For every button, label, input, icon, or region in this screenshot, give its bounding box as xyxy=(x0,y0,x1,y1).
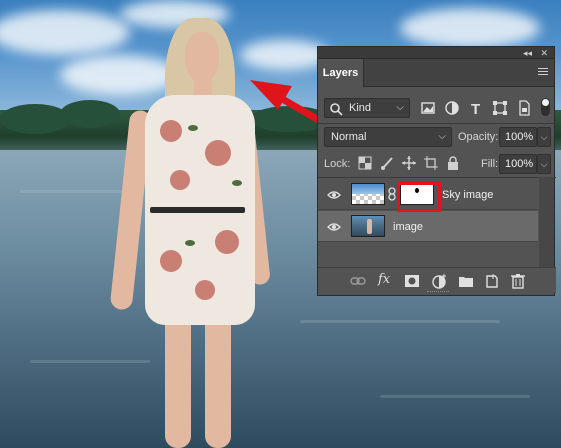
filter-smart-object-icon[interactable] xyxy=(516,100,532,116)
filter-pixel-layer-icon[interactable] xyxy=(420,100,436,116)
filter-shape-layer-icon[interactable] xyxy=(492,100,508,116)
dress-leaf xyxy=(232,180,242,186)
dress-flower xyxy=(160,250,182,272)
dress-flower xyxy=(160,120,182,142)
fill-label: Fill: xyxy=(481,158,499,170)
ripple xyxy=(300,320,500,323)
tree xyxy=(60,100,120,128)
layer-row-image[interactable]: image xyxy=(318,211,538,242)
face xyxy=(185,32,219,82)
opacity-input[interactable]: 100% xyxy=(499,127,537,147)
chevron-down-icon: ⌵ xyxy=(438,131,446,142)
ripple xyxy=(20,190,130,193)
layer-thumbnail-image[interactable] xyxy=(351,215,385,237)
filter-toggle-switch[interactable] xyxy=(541,98,550,116)
opacity-slider-button[interactable]: ⌵ xyxy=(537,127,551,147)
layer-name: image xyxy=(393,221,423,233)
dress-belt xyxy=(150,207,245,213)
link-layers-icon[interactable] xyxy=(350,273,366,289)
lock-transparent-pixels-icon[interactable] xyxy=(358,156,372,170)
divider xyxy=(318,177,556,178)
add-layer-mask-icon[interactable] xyxy=(404,273,420,289)
chevron-down-icon: ⌵ xyxy=(396,102,404,113)
layer-thumbnail-sky[interactable] xyxy=(351,183,385,205)
dress-flower xyxy=(170,170,190,190)
filter-kind-label: Kind xyxy=(349,102,372,114)
opacity-label: Opacity: xyxy=(458,131,499,143)
panel-tabbar: Layers xyxy=(318,59,554,87)
layer-name: Sky image xyxy=(442,189,494,201)
eye-visibility-icon[interactable] xyxy=(327,220,341,234)
mask-highlight-outline xyxy=(397,182,441,212)
dress-flower xyxy=(205,140,231,166)
dress-flower xyxy=(195,280,215,300)
svg-text:T: T xyxy=(471,101,480,116)
fill-input[interactable]: 100% xyxy=(499,154,537,174)
delete-layer-trash-icon[interactable] xyxy=(510,273,526,289)
panel-bottom-toolbar: fx xyxy=(318,267,556,293)
filter-adjustment-layer-icon[interactable] xyxy=(444,100,460,116)
close-panel-button[interactable]: ✕ xyxy=(540,47,548,59)
layers-panel: ◂◂ ✕ Layers Kind ⌵ T Normal ⌵ Opacity: 1… xyxy=(317,46,556,296)
divider xyxy=(318,123,556,124)
blend-mode-dropdown[interactable]: Normal ⌵ xyxy=(324,127,452,147)
mask-link-chain-icon[interactable] xyxy=(387,187,397,201)
blend-mode-value: Normal xyxy=(331,131,367,143)
new-layer-icon[interactable] xyxy=(484,273,500,289)
lock-label: Lock: xyxy=(324,158,351,170)
panel-resize-grip[interactable] xyxy=(427,291,449,294)
filter-type-layer-icon[interactable]: T xyxy=(468,100,484,116)
dress-leaf xyxy=(188,125,198,131)
cloud xyxy=(60,55,180,95)
ripple xyxy=(30,360,150,363)
search-icon xyxy=(330,103,343,116)
collapse-panel-button[interactable]: ◂◂ xyxy=(523,47,532,59)
dress-leaf xyxy=(185,240,195,246)
new-group-folder-icon[interactable] xyxy=(458,273,474,289)
ripple xyxy=(380,395,530,398)
filter-kind-dropdown[interactable]: Kind ⌵ xyxy=(324,98,410,118)
lock-artboard-icon[interactable] xyxy=(424,156,438,170)
panel-titlebar: ◂◂ ✕ xyxy=(318,47,554,59)
tab-layers[interactable]: Layers xyxy=(318,59,364,87)
lock-image-pixels-brush-icon[interactable] xyxy=(380,156,394,170)
layers-scrollbar[interactable] xyxy=(539,177,554,267)
eye-visibility-icon[interactable] xyxy=(327,188,341,202)
layer-style-fx-icon[interactable]: fx xyxy=(378,272,394,288)
fill-slider-button[interactable]: ⌵ xyxy=(537,154,551,174)
panel-menu-icon[interactable] xyxy=(538,68,548,77)
tree xyxy=(0,104,70,134)
lock-position-move-icon[interactable] xyxy=(402,156,416,170)
dress-flower xyxy=(215,230,239,254)
new-adjustment-layer-icon[interactable] xyxy=(432,273,448,289)
lock-all-icon[interactable] xyxy=(446,156,460,170)
cloud xyxy=(400,8,540,48)
